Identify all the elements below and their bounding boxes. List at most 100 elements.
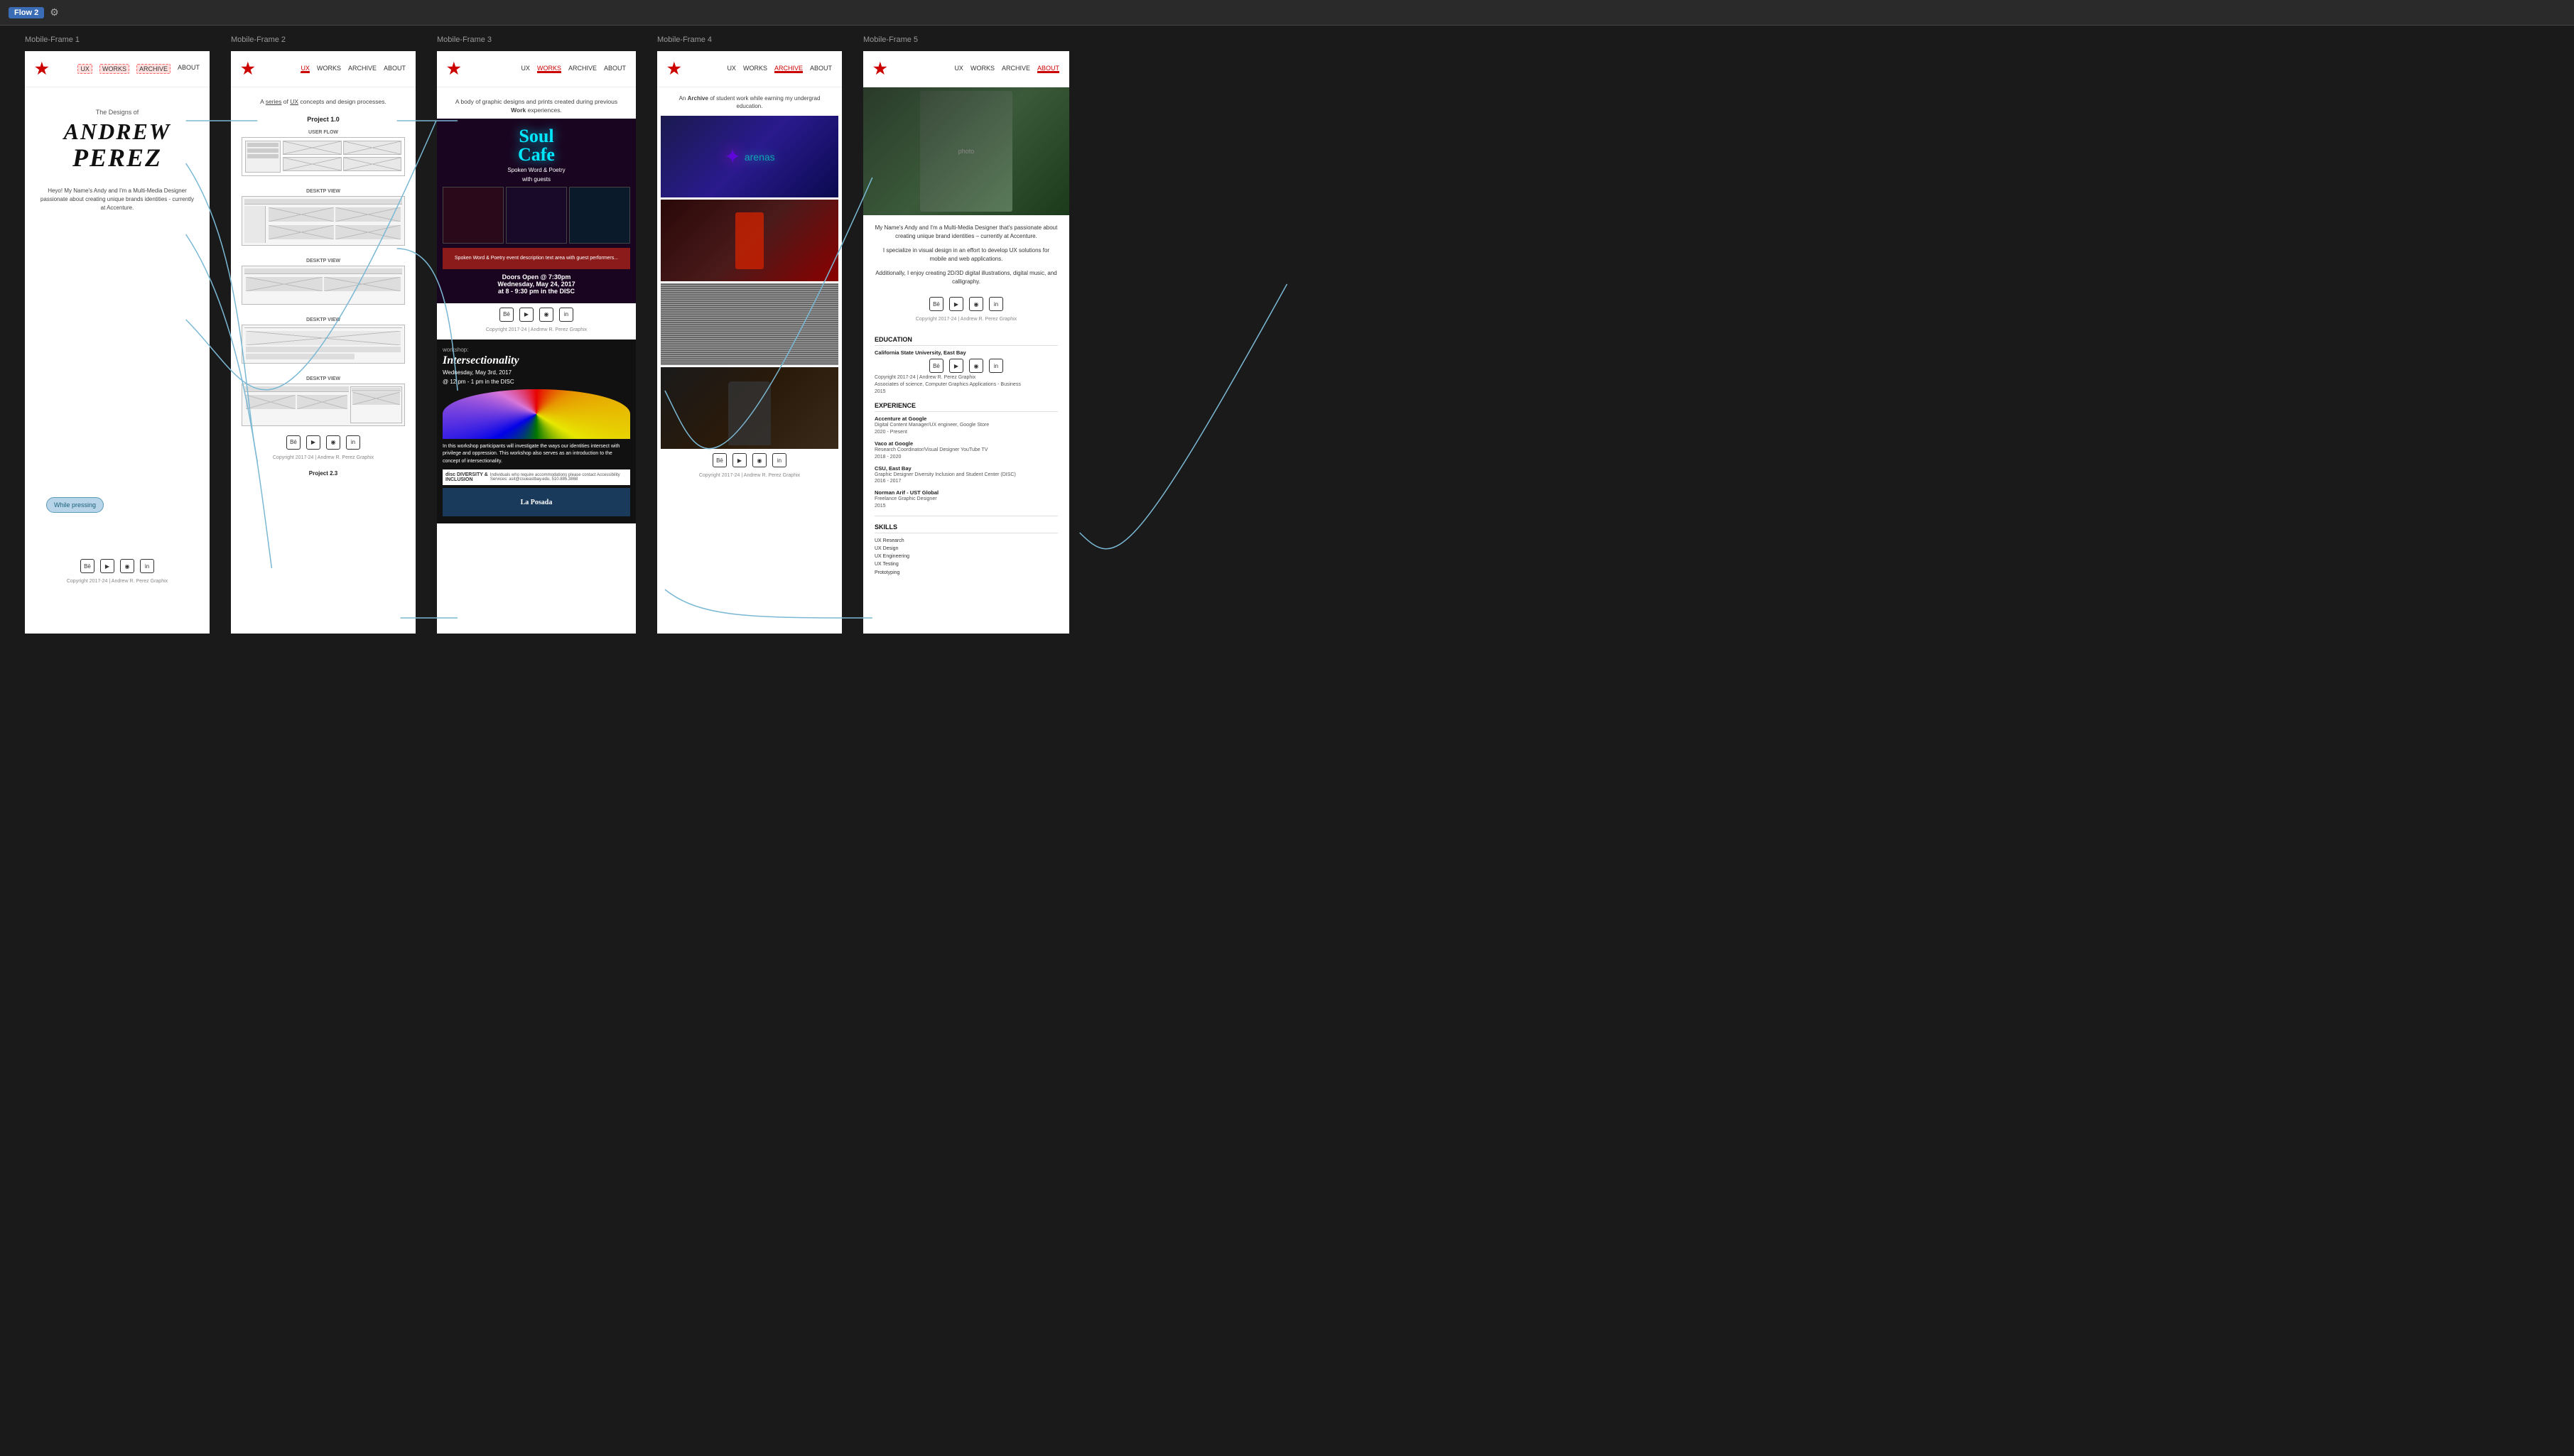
- frame-3-logo: ★: [447, 60, 461, 78]
- linkedin-icon-f3[interactable]: in: [559, 308, 573, 322]
- soul-cafe-poster: SoulCafe Spoken Word & Poetry with guest…: [437, 119, 636, 303]
- linkedin-icon-f5[interactable]: in: [989, 297, 1003, 311]
- nav-about-frame1[interactable]: ABOUT: [178, 64, 200, 74]
- edu-item-1: California State University, East Bay Bē…: [875, 349, 1058, 395]
- about-bio-1: My Name's Andy and I'm a Multi-Media Des…: [875, 224, 1058, 241]
- edu-school: California State University, East Bay: [875, 349, 1058, 356]
- instagram-icon-f3[interactable]: ◉: [539, 308, 553, 322]
- frame-4-logo: ★: [667, 60, 681, 78]
- nav-archive-f5[interactable]: ARCHIVE: [1002, 65, 1030, 73]
- disc-contact: Individuals who require accommodations p…: [490, 473, 627, 482]
- behance-icon-f2[interactable]: Bē: [286, 435, 301, 450]
- education-heading: EDUCATION: [875, 336, 1058, 346]
- youtube-icon-f3[interactable]: ▶: [519, 308, 534, 322]
- nav-about-f2[interactable]: ABOUT: [384, 65, 406, 73]
- nav-works-f2[interactable]: WORKS: [317, 65, 341, 73]
- behance-icon-f5[interactable]: Bē: [929, 297, 943, 311]
- nav-about-f5[interactable]: ABOUT: [1037, 65, 1059, 73]
- edu-copyright: Copyright 2017-24 | Andrew R. Perez Grap…: [875, 374, 1058, 381]
- nav-about-f3[interactable]: ABOUT: [604, 65, 626, 73]
- frame-1-hero: The Designs of ANDREW PEREZ Heyo! My Nam…: [25, 87, 210, 234]
- workshop-desc: In this workshop participants will inves…: [443, 443, 630, 466]
- frame-4-nav-links: UX WORKS ARCHIVE ABOUT: [727, 65, 832, 73]
- nav-works-frame1[interactable]: WORKS: [99, 64, 129, 74]
- hero-name: ANDREW PEREZ: [39, 119, 195, 173]
- wf-label-1: USER FLOW: [242, 130, 405, 135]
- event-date-f3: Wednesday, May 24, 2017: [443, 281, 630, 288]
- youtube-icon-f5[interactable]: ▶: [949, 297, 963, 311]
- behance-icon-f3[interactable]: Bē: [499, 308, 514, 322]
- disc-bar: disc DIVERSITY & INCLUSION Individuals w…: [443, 469, 630, 485]
- flow-settings-icon[interactable]: ⚙: [50, 6, 59, 18]
- linkedin-icon-f1[interactable]: in: [140, 559, 154, 573]
- linkedin-icon-edu[interactable]: in: [989, 359, 1003, 373]
- nav-about-f4[interactable]: ABOUT: [810, 65, 832, 73]
- skill-5: Prototyping: [875, 569, 1058, 577]
- frame-3-label: Mobile-Frame 3: [433, 36, 492, 44]
- frame-5-copyright-1: Copyright 2017-24 | Andrew R. Perez Grap…: [875, 317, 1058, 329]
- frame-2-copyright: Copyright 2017-24 | Andrew R. Perez Grap…: [231, 455, 416, 467]
- nav-works-f3[interactable]: WORKS: [537, 65, 561, 73]
- frame-3-nav: ★ UX WORKS ARCHIVE ABOUT: [437, 51, 636, 87]
- frame-2-column: Mobile-Frame 2 ★ UX WORKS ARCHIVE ABOUT …: [220, 36, 426, 634]
- nav-works-f4[interactable]: WORKS: [743, 65, 767, 73]
- frame-3-social: Bē ▶ ◉ in: [437, 308, 636, 322]
- frame-2-nav: ★ UX WORKS ARCHIVE ABOUT: [231, 51, 416, 87]
- frame-2-label: Mobile-Frame 2: [227, 36, 286, 44]
- nav-ux-f2[interactable]: UX: [301, 65, 310, 73]
- behance-icon-f4[interactable]: Bē: [713, 453, 727, 467]
- youtube-icon-f2[interactable]: ▶: [306, 435, 320, 450]
- frame-2-social: Bē ▶ ◉ in: [231, 435, 416, 450]
- frame-3-column: Mobile-Frame 3 ★ UX WORKS ARCHIVE ABOUT …: [426, 36, 647, 634]
- disc-logo: disc DIVERSITY & INCLUSION: [445, 472, 490, 482]
- soul-cafe-guests: with guests: [443, 176, 630, 183]
- nav-archive-f3[interactable]: ARCHIVE: [568, 65, 597, 73]
- instagram-icon-edu[interactable]: ◉: [969, 359, 983, 373]
- instagram-icon-f1[interactable]: ◉: [120, 559, 134, 573]
- project-2-label: Project 2.3: [231, 467, 416, 479]
- nav-ux-f3[interactable]: UX: [521, 65, 530, 73]
- frame-1-column: Mobile-Frame 1 ★ UX WORKS ARCHIVE ABOUT …: [14, 36, 220, 634]
- wireframe-desktop-1: DESKTP VIEW: [231, 185, 416, 249]
- behance-icon-f1[interactable]: Bē: [80, 559, 94, 573]
- nav-archive-f2[interactable]: ARCHIVE: [348, 65, 377, 73]
- job-4-company: Norman Arif - UST Global: [875, 489, 1058, 496]
- linkedin-icon-f4[interactable]: in: [772, 453, 786, 467]
- nav-archive-frame1[interactable]: ARCHIVE: [136, 64, 171, 74]
- nav-ux-f5[interactable]: UX: [954, 65, 963, 73]
- instagram-icon-f5[interactable]: ◉: [969, 297, 983, 311]
- frame-5-logo: ★: [873, 60, 887, 78]
- frames-container: Mobile-Frame 1 ★ UX WORKS ARCHIVE ABOUT …: [0, 0, 2574, 634]
- behance-icon-edu[interactable]: Bē: [929, 359, 943, 373]
- hero-perez: PEREZ: [72, 143, 162, 172]
- instagram-icon-f4[interactable]: ◉: [752, 453, 767, 467]
- frame-1-nav-links: UX WORKS ARCHIVE ABOUT: [77, 64, 200, 74]
- youtube-icon-f4[interactable]: ▶: [732, 453, 747, 467]
- youtube-icon-f1[interactable]: ▶: [100, 559, 114, 573]
- job-2-role: Research Coordinator/Visual Designer You…: [875, 447, 1058, 454]
- skill-1: UX Research: [875, 537, 1058, 545]
- nav-works-f5[interactable]: WORKS: [970, 65, 995, 73]
- frame-1-logo: ★: [35, 60, 49, 78]
- wireframe-desktop-4: DESKTP VIEW: [231, 373, 416, 430]
- ux-intro: A series of UX concepts and design proce…: [231, 87, 416, 110]
- frame-5-social: Bē ▶ ◉ in: [875, 297, 1058, 311]
- flow-badge[interactable]: Flow 2: [9, 7, 44, 18]
- workshop-time: @ 12 pm - 1 pm in the DISC: [443, 379, 630, 385]
- frame-1-nav: ★ UX WORKS ARCHIVE ABOUT: [25, 51, 210, 87]
- frame-1-label: Mobile-Frame 1: [21, 36, 80, 44]
- archive-photos: ✦ arenas: [657, 116, 842, 449]
- youtube-icon-edu[interactable]: ▶: [949, 359, 963, 373]
- job-1: Accenture at Google Digital Content Mana…: [875, 415, 1058, 436]
- frame-3-nav-links: UX WORKS ARCHIVE ABOUT: [521, 65, 626, 73]
- wireframe-desktop-3: DESKTP VIEW: [231, 314, 416, 367]
- nav-ux-frame1[interactable]: UX: [77, 64, 92, 74]
- instagram-icon-f2[interactable]: ◉: [326, 435, 340, 450]
- nav-archive-f4[interactable]: ARCHIVE: [774, 65, 803, 73]
- frame-3-box: ★ UX WORKS ARCHIVE ABOUT A body of graph…: [437, 51, 636, 634]
- linkedin-icon-f2[interactable]: in: [346, 435, 360, 450]
- job-1-role: Digital Content Manager/UX engineer, Goo…: [875, 422, 1058, 429]
- about-content: My Name's Andy and I'm a Multi-Media Des…: [863, 215, 1069, 585]
- frame-3-copyright: Copyright 2017-24 | Andrew R. Perez Grap…: [437, 327, 636, 339]
- nav-ux-f4[interactable]: UX: [727, 65, 736, 73]
